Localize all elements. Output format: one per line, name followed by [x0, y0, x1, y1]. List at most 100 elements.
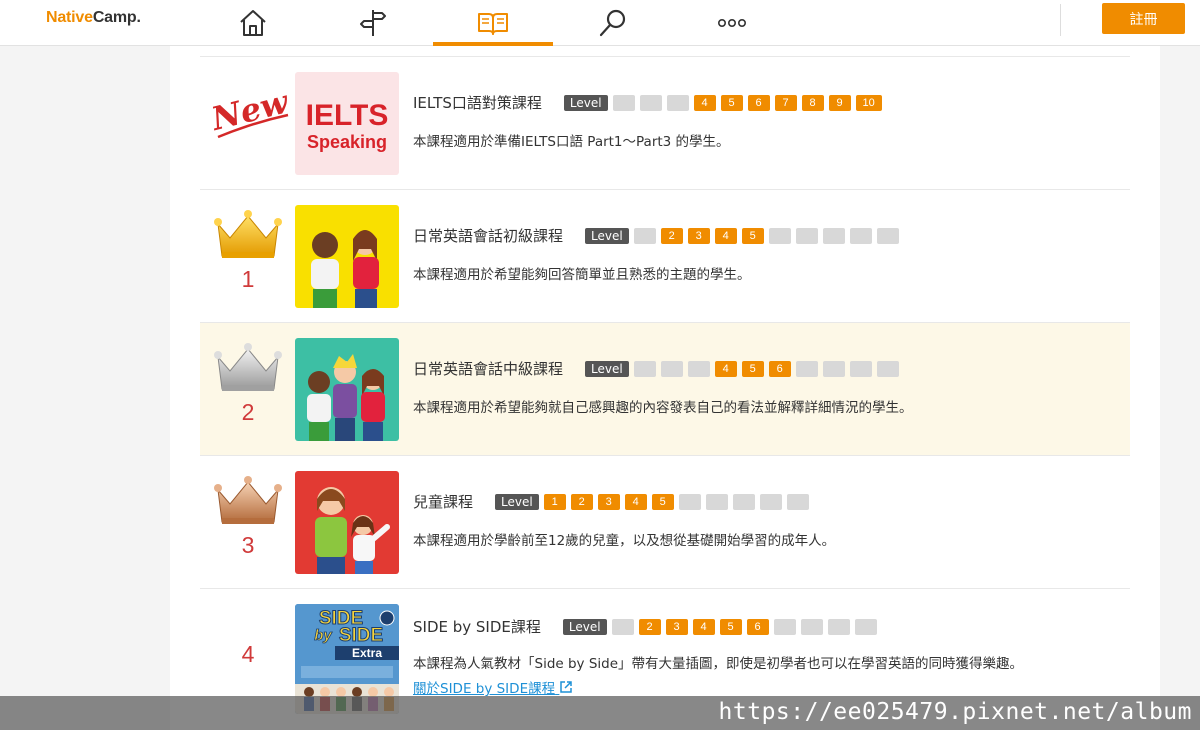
- header-divider: [1060, 4, 1061, 36]
- rank-badge-1: 1: [208, 208, 288, 308]
- rank-number: 3: [241, 532, 255, 558]
- nav-more[interactable]: [672, 0, 792, 46]
- signpost-icon: [360, 10, 386, 36]
- level-box: 5: [741, 227, 764, 244]
- more-icon: [717, 18, 746, 28]
- course-row-kids[interactable]: 3 兒童課程 Level 1 2 3 4 5 本課程適用於學齡前至12歲的兒童，…: [200, 456, 1130, 589]
- nativecamp-logo[interactable]: NativeCamp.: [46, 9, 141, 27]
- level-box: [687, 360, 710, 377]
- new-badge: New: [208, 79, 292, 179]
- level-box: [854, 618, 877, 635]
- level-box: [786, 493, 809, 510]
- gold-crown-icon: [214, 210, 282, 258]
- nav-home[interactable]: [193, 0, 313, 46]
- course-row-intermediate-conversation[interactable]: 2 日常英語會話中級課程 Level 4 5 6 本課程適用於希望能夠就自己感興…: [200, 323, 1130, 456]
- nav-search[interactable]: [553, 0, 673, 46]
- level-box: [795, 227, 818, 244]
- level-box: [678, 493, 701, 510]
- course-list-panel: New IELTS Speaking IELTS口語對策課程 Level 4 5…: [170, 46, 1160, 730]
- watermark-bar: https://ee025479.pixnet.net/album: [0, 696, 1200, 730]
- kids-thumbnail[interactable]: [295, 471, 399, 574]
- nav-course-guide[interactable]: [313, 0, 433, 46]
- level-box: 5: [741, 360, 764, 377]
- level-box: [633, 227, 656, 244]
- level-box: 3: [687, 227, 710, 244]
- svg-text:IELTS: IELTS: [306, 99, 389, 132]
- level-box: 4: [624, 493, 647, 510]
- svg-text:Extra: Extra: [352, 646, 382, 660]
- book-icon: [478, 13, 508, 35]
- level-box: 5: [651, 493, 674, 510]
- level-box: [849, 227, 872, 244]
- level-box: 4: [714, 360, 737, 377]
- level-box: [705, 493, 728, 510]
- course-row-ielts[interactable]: New IELTS Speaking IELTS口語對策課程 Level 4 5…: [200, 57, 1130, 190]
- course-title-line: 兒童課程 Level 1 2 3 4 5: [413, 491, 814, 512]
- level-box: 5: [720, 94, 743, 111]
- course-title[interactable]: SIDE by SIDE課程: [413, 616, 541, 637]
- ielts-thumbnail[interactable]: IELTS Speaking: [295, 72, 399, 175]
- level-label: Level: [495, 493, 539, 510]
- signup-button[interactable]: 註冊: [1102, 3, 1185, 34]
- nav-textbooks[interactable]: [433, 0, 553, 46]
- level-box: [732, 493, 755, 510]
- level-box: [800, 618, 823, 635]
- level-box: [876, 227, 899, 244]
- level-label: Level: [562, 618, 607, 635]
- level-box: 6: [747, 94, 770, 111]
- svg-text:SIDE: SIDE: [339, 625, 383, 646]
- course-description: 本課程適用於學齡前至12歲的兒童，以及想從基礎開始學習的成年人。: [413, 533, 836, 549]
- level-box: [822, 360, 845, 377]
- level-box: [759, 493, 782, 510]
- svg-text:by: by: [314, 627, 332, 644]
- course-title[interactable]: 日常英語會話中級課程: [413, 358, 563, 379]
- side-by-side-link[interactable]: 關於SIDE by SIDE課程: [413, 677, 573, 697]
- course-title[interactable]: IELTS口語對策課程: [413, 92, 542, 113]
- course-description: 本課程適用於準備IELTS口語 Part1～Part3 的學生。: [413, 134, 730, 150]
- new-badge-icon: New: [212, 82, 292, 138]
- level-box: 3: [665, 618, 688, 635]
- level-box: [768, 227, 791, 244]
- level-box: 1: [543, 493, 566, 510]
- course-title-line: 日常英語會話中級課程 Level 4 5 6: [413, 358, 904, 379]
- svg-text:New: New: [212, 82, 292, 138]
- level-label: Level: [585, 227, 629, 244]
- level-box: [660, 360, 683, 377]
- beginner-thumbnail[interactable]: [295, 205, 399, 308]
- level-box: 4: [693, 94, 716, 111]
- level-box: [827, 618, 850, 635]
- watermark-text: https://ee025479.pixnet.net/album: [718, 699, 1192, 725]
- level-box: 10: [855, 94, 882, 111]
- rank-number: 1: [241, 266, 255, 292]
- level-box: 2: [570, 493, 593, 510]
- level-box: [876, 360, 899, 377]
- silver-crown-icon: [214, 343, 282, 391]
- level-box: [795, 360, 818, 377]
- level-box: 7: [774, 94, 797, 111]
- level-box: 5: [719, 618, 742, 635]
- course-title[interactable]: 日常英語會話初級課程: [413, 225, 563, 246]
- level-box: 6: [768, 360, 791, 377]
- level-box: [666, 94, 689, 111]
- level-label: Level: [563, 94, 608, 111]
- course-description: 本課程為人氣教材「Side by Side」帶有大量插圖，即使是初學者也可以在學…: [413, 656, 1024, 672]
- course-description: 本課程適用於希望能夠就自己感興趣的內容發表自己的看法並解釋詳細情況的學生。: [413, 400, 913, 416]
- level-box: [612, 94, 635, 111]
- course-description: 本課程適用於希望能夠回答簡單並且熟悉的主題的學生。: [413, 267, 751, 283]
- level-box: 4: [714, 227, 737, 244]
- course-row-beginner-conversation[interactable]: 1 日常英語會話初級課程 Level 2 3 4 5 本課程適用於希望能夠回答簡…: [200, 190, 1130, 323]
- level-box: [611, 618, 634, 635]
- course-title-line: IELTS口語對策課程 Level 4 5 6 7 8 9 10: [413, 92, 887, 113]
- level-box: 3: [597, 493, 620, 510]
- bronze-crown-icon: [214, 476, 282, 524]
- external-link-icon: [560, 681, 573, 693]
- level-box: 6: [746, 618, 769, 635]
- rank-number: 2: [241, 399, 255, 425]
- home-icon: [240, 10, 266, 36]
- course-title[interactable]: 兒童課程: [413, 491, 473, 512]
- search-icon: [599, 9, 626, 37]
- level-box: 9: [828, 94, 851, 111]
- level-box: [773, 618, 796, 635]
- top-header: NativeCamp. 註冊: [0, 0, 1200, 46]
- intermediate-thumbnail[interactable]: [295, 338, 399, 441]
